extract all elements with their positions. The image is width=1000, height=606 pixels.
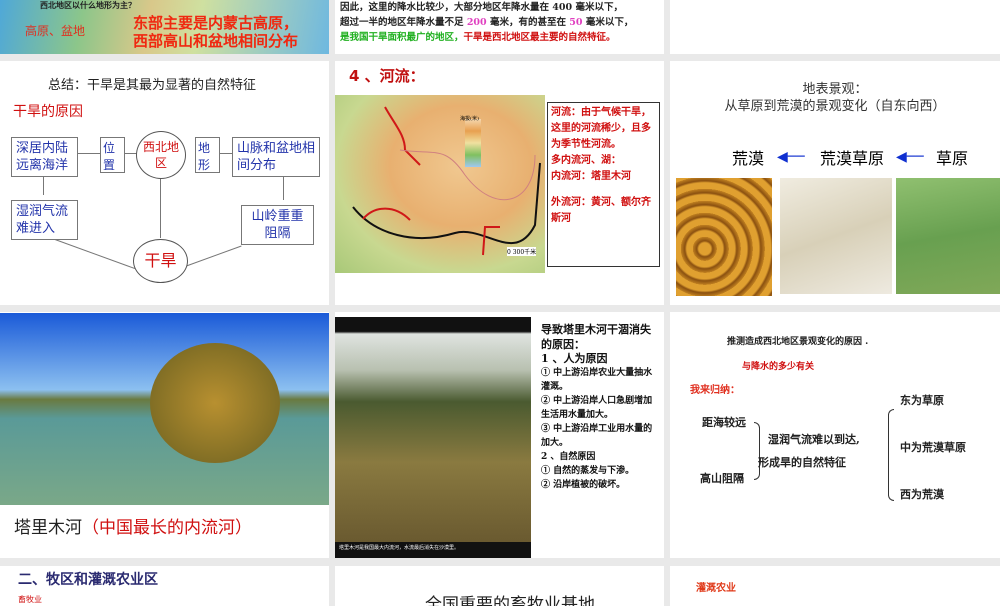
river-exterior: 外流河：黄河、额尔齐斯河 bbox=[551, 197, 651, 224]
arrow-left-icon: ◀── bbox=[896, 149, 924, 165]
map-legend-title: 海拔(米) bbox=[460, 116, 479, 122]
cause-subtitle: 干旱的原因 bbox=[13, 104, 83, 120]
cause-human: 1 、人为原因 bbox=[541, 352, 608, 365]
box-position: 位 置 bbox=[100, 137, 125, 173]
irrigation-title: 灌溉农业 bbox=[696, 583, 736, 594]
cause-item: ② 沿岸植被的破坏。 bbox=[541, 480, 626, 490]
precip-line-1: 因此，这里的降水比较少，大部分地区年降水量在 400 毫米以下， bbox=[340, 2, 623, 13]
precip-related: 与降水的多少有关 bbox=[742, 362, 815, 372]
rivers-map: 海拔(米) 0 300千米 bbox=[335, 95, 545, 273]
cause-item: ① 自然的蒸发与下渗。 bbox=[541, 466, 635, 476]
slide-thumbnail-4[interactable]: 总结：干旱是其最为显著的自然特征 干旱的原因 深居内陆远离海洋 位 置 西北地区… bbox=[0, 61, 329, 305]
tarim-river-photo: 塔里木河是我国最大内流河，水流最后消失在沙漠里。 bbox=[335, 317, 531, 558]
cause-item: ① 中上游沿岸农业大量抽水灌溉。 bbox=[541, 368, 653, 392]
map-scale: 0 300千米 bbox=[507, 247, 537, 256]
slide-thumbnail-3[interactable] bbox=[670, 0, 1000, 54]
mountain-barrier: 高山阻隔 bbox=[700, 472, 744, 485]
mid-line-2: 形成旱的自然特征 bbox=[758, 456, 846, 469]
arrow-left-icon: ◀── bbox=[777, 149, 805, 165]
node-drought: 干旱 bbox=[133, 239, 188, 283]
answer-left: 高原、盆地 bbox=[25, 24, 86, 38]
node-northwest: 西北地区 bbox=[136, 131, 186, 179]
slide-thumbnail-10[interactable]: 二、牧区和灌溉农业区 畜牧业 bbox=[0, 566, 329, 606]
infer-title: 推测造成西北地区景观变化的原因 . bbox=[727, 337, 869, 347]
slide-thumbnail-7[interactable]: 塔里木河（中国最长的内流河） bbox=[0, 312, 329, 558]
rivers-title: 4 、河流： bbox=[349, 67, 425, 85]
slide-thumbnail-1[interactable]: 西北地区以什么地形为主？ 高原、盆地 东部主要是内蒙古高原， 西部高山和盆地相间… bbox=[0, 0, 329, 54]
river-inland-lakes: 多内流河、湖： bbox=[551, 155, 621, 166]
box-moist-air: 湿润气流难进入 bbox=[11, 200, 78, 240]
desert-steppe-photo bbox=[780, 178, 892, 294]
photo-caption: 塔里木河是我国最大内流河，水流最后消失在沙漠里。 bbox=[339, 545, 460, 551]
precip-line-3: 是我国干旱面积最广的地区，干旱是西北地区最主要的自然特征。 bbox=[340, 32, 616, 43]
landscape-title: 地表景观： bbox=[802, 82, 868, 97]
summarize-label: 我来归纳： bbox=[690, 385, 740, 396]
landscape-subtitle: 从草原到荒漠的景观变化（自东向西） bbox=[724, 99, 946, 114]
section-title: 二、牧区和灌溉农业区 bbox=[18, 572, 158, 588]
east-steppe: 东为草原 bbox=[900, 394, 944, 407]
slide-thumbnail-9[interactable]: 推测造成西北地区景观变化的原因 . 与降水的多少有关 我来归纳： 距海较远 高山… bbox=[670, 312, 1000, 558]
precip-line-2: 超过一半的地区年降水量不足 200 毫米，有的甚至在 50 毫米以下， bbox=[340, 17, 634, 28]
box-mountain-barrier: 山岭重重阻隔 bbox=[241, 205, 314, 245]
cause-item: ② 中上游沿岸人口急剧增加生活用水量加大。 bbox=[541, 396, 653, 420]
far-from-sea: 距海较远 bbox=[702, 416, 746, 429]
answer-line-2: 西部高山和盆地相间分布 bbox=[133, 32, 299, 50]
cause-item: ③ 中上游沿岸工业用水量的加大。 bbox=[541, 424, 653, 448]
box-mountains: 山脉和盆地相间分布 bbox=[232, 137, 320, 177]
brace-icon bbox=[888, 409, 894, 501]
label-desert-steppe: 荒漠草原 bbox=[820, 149, 885, 168]
livestock-title: 全国重要的畜牧业基地 bbox=[425, 595, 595, 606]
slide-thumbnail-2[interactable]: 因此，这里的降水比较少，大部分地区年降水量在 400 毫米以下， 超过一半的地区… bbox=[335, 0, 664, 54]
river-inland: 内流河：塔里木河 bbox=[551, 171, 631, 182]
answer-line-1: 东部主要是内蒙古高原， bbox=[133, 14, 299, 32]
label-desert: 荒漠 bbox=[732, 149, 765, 168]
west-desert: 西为荒漠 bbox=[900, 488, 944, 501]
cause-natural: 2 、自然原因 bbox=[541, 452, 596, 462]
cause-heading: 导致塔里木河干涸消失的原因： bbox=[541, 323, 651, 351]
summary-text: 总结：干旱是其最为显著的自然特征 bbox=[48, 78, 257, 93]
slide-thumbnail-11[interactable]: 全国重要的畜牧业基地 bbox=[335, 566, 664, 606]
steppe-photo bbox=[896, 178, 1000, 294]
box-terrain: 地 形 bbox=[195, 137, 220, 173]
box-inland: 深居内陆远离海洋 bbox=[11, 137, 78, 177]
tarim-caption: 塔里木河（中国最长的内流河） bbox=[14, 518, 252, 538]
label-steppe: 草原 bbox=[936, 149, 969, 168]
slide-thumbnail-6[interactable]: 地表景观： 从草原到荒漠的景观变化（自东向西） 荒漠 ◀── 荒漠草原 ◀── … bbox=[670, 61, 1000, 305]
slide-thumbnail-8[interactable]: 塔里木河是我国最大内流河，水流最后消失在沙漠里。 导致塔里木河干涸消失的原因： … bbox=[335, 312, 664, 558]
slide-thumbnail-5[interactable]: 4 、河流： 海拔(米) 0 300千米 河流：由于气候干旱，这里的河流稀少，且… bbox=[335, 61, 664, 305]
middle-desert-steppe: 中为荒漠草原 bbox=[900, 441, 966, 454]
question-text: 西北地区以什么地形为主？ bbox=[40, 0, 136, 10]
river-desc: 河流：由于气候干旱，这里的河流稀少，且多为季节性河流。 bbox=[551, 107, 651, 150]
brace-icon bbox=[754, 422, 760, 480]
mid-line-1: 湿润气流难以到达, bbox=[768, 433, 860, 446]
desert-photo bbox=[676, 178, 772, 296]
tarim-tree-photo bbox=[0, 313, 329, 505]
slide-thumbnail-12[interactable]: 灌溉农业 bbox=[670, 566, 1000, 606]
